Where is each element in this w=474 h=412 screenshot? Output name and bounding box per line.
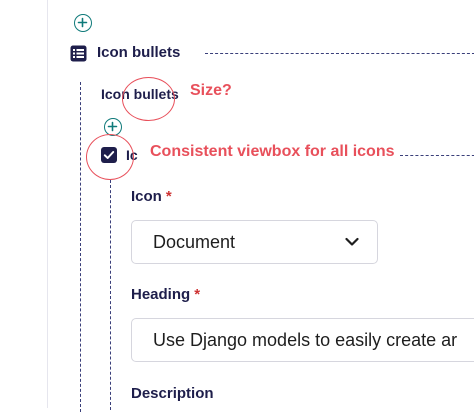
annotation-circle-size — [122, 77, 175, 121]
required-marker: * — [194, 286, 201, 303]
child-block-guide-line — [110, 180, 111, 410]
required-marker: * — [165, 188, 172, 205]
icon-field-label: Icon * — [131, 188, 172, 205]
annotation-viewbox: Consistent viewbox for all icons — [150, 143, 399, 161]
plus-icon — [77, 17, 88, 28]
list-icon — [70, 45, 87, 62]
panel-border — [47, 0, 48, 408]
icon-field-label-text: Icon — [131, 188, 162, 205]
block-header-divider — [205, 53, 474, 54]
heading-field-label-text: Heading — [131, 286, 191, 303]
plus-icon — [107, 121, 118, 132]
heading-field-label: Heading * — [131, 286, 200, 303]
child-header-divider — [400, 155, 474, 156]
chevron-down-icon — [345, 237, 359, 246]
add-block-button[interactable] — [74, 14, 92, 32]
outer-block-guide-line — [80, 82, 81, 412]
icon-select[interactable]: Document — [131, 220, 378, 264]
annotation-circle-viewbox — [86, 134, 134, 180]
heading-input[interactable] — [131, 318, 474, 362]
description-field-label: Description — [131, 385, 214, 402]
block-title[interactable]: Icon bullets — [97, 44, 180, 61]
annotation-size: Size? — [190, 82, 232, 99]
icon-select-value: Document — [153, 232, 236, 252]
